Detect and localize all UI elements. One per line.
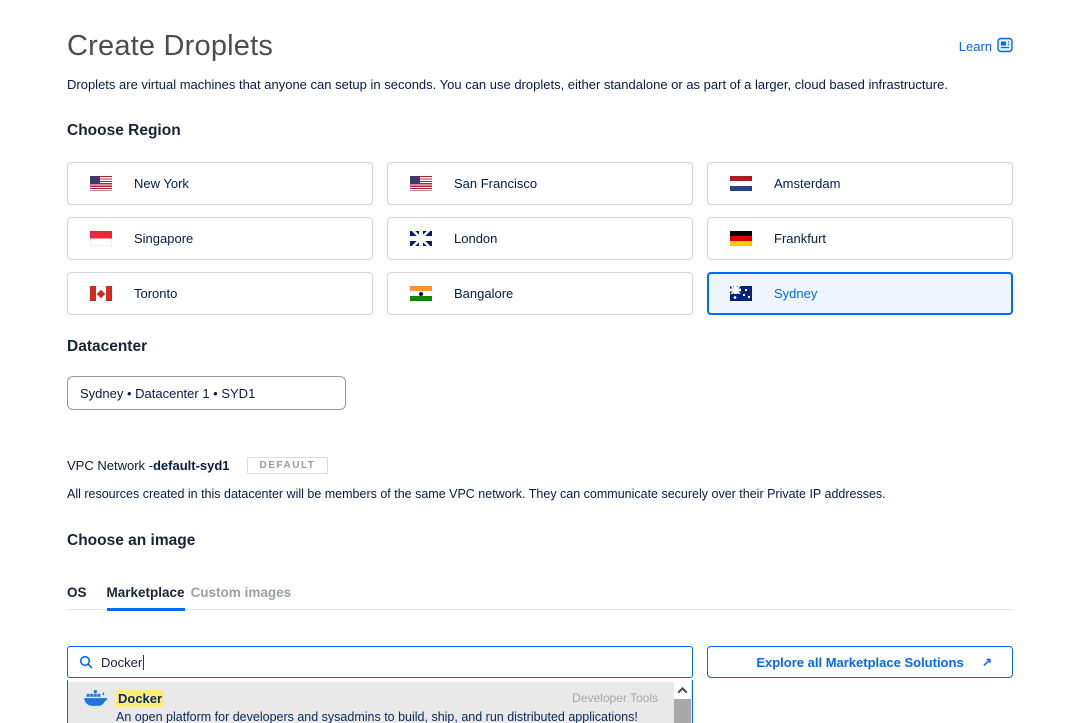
region-label: Bangalore	[454, 286, 513, 301]
vpc-description: All resources created in this datacenter…	[67, 487, 1013, 501]
result-category: Developer Tools	[572, 691, 658, 705]
uk-flag-icon	[410, 231, 432, 246]
region-label: Sydney	[774, 286, 817, 301]
external-link-icon: ↗	[982, 655, 992, 669]
region-label: Singapore	[134, 231, 193, 246]
vpc-network-row: VPC Network - default-syd1 DEFAULT	[67, 457, 1013, 474]
result-name: Docker	[116, 691, 164, 706]
learn-link[interactable]: Learn	[959, 37, 1013, 56]
page-subtitle: Droplets are virtual machines that anyon…	[67, 77, 1013, 92]
page-header: Create Droplets Learn	[67, 30, 1013, 63]
tab-marketplace-active[interactable]: Marketplace	[107, 585, 185, 611]
search-match-highlight: Docker	[116, 690, 164, 707]
datacenter-select[interactable]: Sydney • Datacenter 1 • SYD1	[67, 376, 346, 410]
tab-custom-images[interactable]: Custom images	[191, 585, 292, 611]
tab-os[interactable]: OS	[67, 585, 87, 611]
image-tabs: OS Marketplace Custom images	[67, 585, 1013, 610]
result-description: An open platform for developers and sysa…	[116, 710, 658, 723]
text-caret	[143, 655, 144, 670]
region-card-bangalore[interactable]: Bangalore	[387, 272, 693, 315]
search-wrap: Docker Docker Developer Tools An open pl…	[67, 646, 693, 678]
region-card-london[interactable]: London	[387, 217, 693, 260]
search-input-value: Docker	[101, 655, 142, 670]
us-flag-icon	[90, 176, 112, 191]
us-flag-icon	[410, 176, 432, 191]
datacenter-heading: Datacenter	[67, 338, 1013, 356]
region-card-frankfurt[interactable]: Frankfurt	[707, 217, 1013, 260]
create-droplets-page: Create Droplets Learn Droplets are virtu…	[0, 30, 1073, 678]
region-card-sydney-selected[interactable]: Sydney	[707, 272, 1013, 315]
netherlands-flag-icon	[730, 176, 752, 191]
singapore-flag-icon	[90, 231, 112, 246]
region-card-toronto[interactable]: Toronto	[67, 272, 373, 315]
vpc-default-badge: DEFAULT	[247, 457, 329, 474]
learn-docs-icon	[997, 37, 1013, 56]
page-title: Create Droplets	[67, 30, 273, 63]
datacenter-selected-value: Sydney • Datacenter 1 • SYD1	[80, 386, 255, 401]
region-card-singapore[interactable]: Singapore	[67, 217, 373, 260]
region-grid: New York San Francisco Amsterdam Singapo…	[67, 162, 1013, 315]
scroll-up-arrow-icon[interactable]	[674, 682, 691, 699]
choose-region-heading: Choose Region	[67, 122, 1013, 140]
region-label: San Francisco	[454, 176, 537, 191]
search-results-dropdown: Docker Developer Tools An open platform …	[67, 680, 693, 723]
germany-flag-icon	[730, 231, 752, 246]
marketplace-search-row: Docker Docker Developer Tools An open pl…	[67, 646, 1013, 678]
explore-marketplace-button[interactable]: Explore all Marketplace Solutions ↗	[707, 646, 1013, 678]
region-card-san-francisco[interactable]: San Francisco	[387, 162, 693, 205]
canada-flag-icon	[90, 286, 112, 301]
dropdown-scrollbar[interactable]	[674, 682, 691, 723]
australia-flag-icon	[730, 286, 752, 301]
result-top-row: Docker Developer Tools	[84, 689, 658, 707]
region-label: London	[454, 231, 497, 246]
scrollbar-thumb[interactable]	[674, 699, 691, 723]
region-label: Frankfurt	[774, 231, 826, 246]
result-item-docker[interactable]: Docker Developer Tools An open platform …	[68, 682, 692, 723]
docker-whale-icon	[84, 689, 108, 707]
marketplace-search-input[interactable]: Docker	[67, 646, 693, 678]
search-icon	[79, 655, 93, 669]
explore-button-label: Explore all Marketplace Solutions	[756, 655, 963, 670]
region-card-amsterdam[interactable]: Amsterdam	[707, 162, 1013, 205]
learn-link-label: Learn	[959, 39, 992, 54]
region-label: Amsterdam	[774, 176, 840, 191]
vpc-network-name: default-syd1	[153, 458, 230, 473]
region-label: New York	[134, 176, 189, 191]
region-label: Toronto	[134, 286, 177, 301]
india-flag-icon	[410, 286, 432, 301]
vpc-network-label: VPC Network -	[67, 458, 153, 473]
region-card-new-york[interactable]: New York	[67, 162, 373, 205]
choose-image-heading: Choose an image	[67, 532, 1013, 550]
